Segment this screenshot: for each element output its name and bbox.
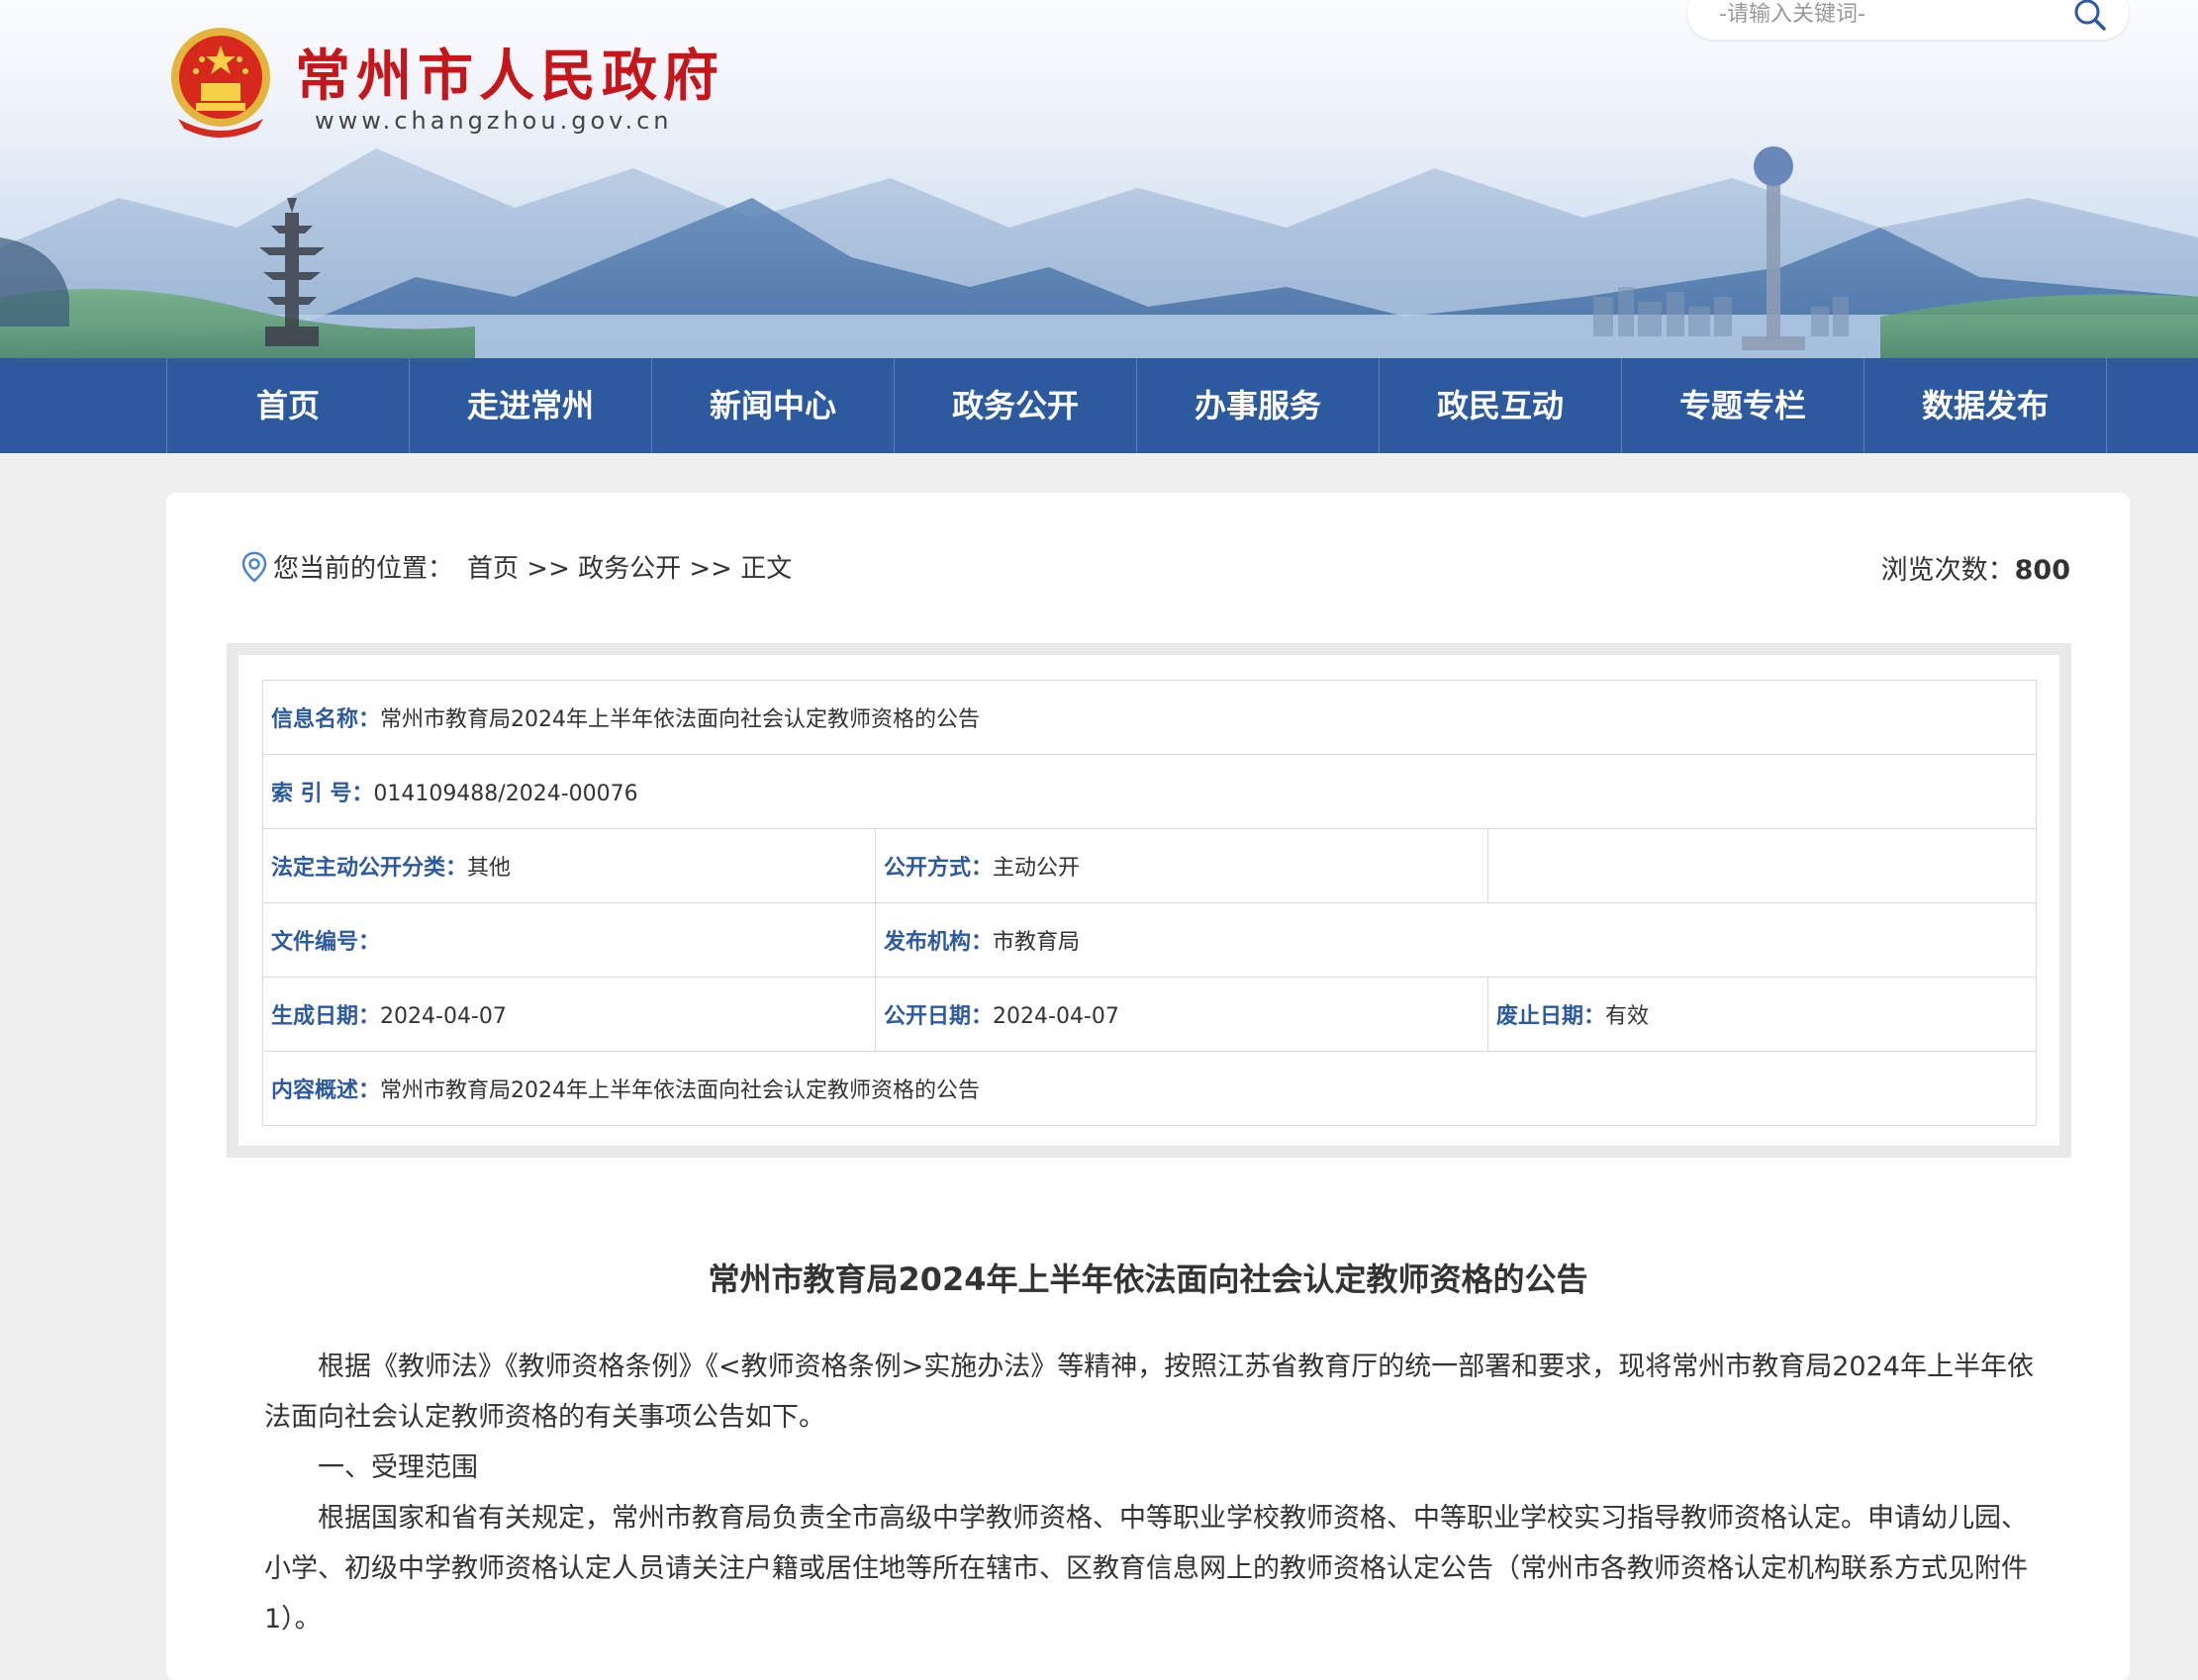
- breadcrumb-path[interactable]: 首页 >> 政务公开 >> 正文: [467, 548, 792, 585]
- doc-no-label: 文件编号：: [271, 930, 381, 955]
- content-card: 您当前的位置： 首页 >> 政务公开 >> 正文 浏览次数：800 信息名称：常…: [166, 493, 2130, 1680]
- method-value: 主动公开: [993, 856, 1081, 881]
- category-label: 法定主动公开分类：: [271, 856, 468, 881]
- expiry-date-value: 有效: [1605, 1004, 1650, 1029]
- category-value: 其他: [467, 856, 512, 881]
- magnifier-icon[interactable]: [2073, 0, 2107, 32]
- summary-value: 常州市教育局2024年上半年依法面向社会认定教师资格的公告: [380, 1078, 981, 1103]
- published-date-label: 公开日期：: [884, 1004, 994, 1029]
- site-url[interactable]: www.changzhou.gov.cn: [315, 107, 673, 135]
- nav-item-topics[interactable]: 专题专栏: [1622, 358, 1864, 453]
- article-paragraph: 根据《教师法》《教师资格条例》《<教师资格条例>实施办法》等精神，按照江苏省教育…: [264, 1352, 2034, 1433]
- summary-label: 内容概述：: [271, 1078, 381, 1103]
- nav-item-services[interactable]: 办事服务: [1137, 358, 1380, 453]
- info-name-value: 常州市教育局2024年上半年依法面向社会认定教师资格的公告: [380, 707, 981, 732]
- breadcrumb: 您当前的位置： 首页 >> 政务公开 >> 正文: [241, 548, 792, 585]
- nav-item-data[interactable]: 数据发布: [1864, 358, 2107, 453]
- main-nav: 首页 走进常州 新闻中心 政务公开 办事服务 政民互动 专题专栏 数据发布: [0, 358, 2198, 453]
- nav-item-home[interactable]: 首页: [167, 358, 410, 453]
- search-input[interactable]: [1717, 0, 2048, 30]
- method-label: 公开方式：: [884, 856, 994, 881]
- table-row: 法定主动公开分类：其他 公开方式：主动公开: [262, 828, 2037, 903]
- nav-item-news[interactable]: 新闻中心: [652, 358, 895, 453]
- article-body: 根据《教师法》《教师资格条例》《<教师资格条例>实施办法》等精神，按照江苏省教育…: [264, 1342, 2036, 1644]
- nav-item-about[interactable]: 走进常州: [410, 358, 652, 453]
- table-row: 索 引 号：014109488/2024-00076: [262, 754, 2037, 829]
- metadata-table: 信息名称：常州市教育局2024年上半年依法面向社会认定教师资格的公告 索 引 号…: [262, 680, 2037, 1126]
- view-count: 浏览次数：800: [1881, 548, 2070, 587]
- table-row: 文件编号： 发布机构：市教育局: [262, 902, 2037, 978]
- article-title: 常州市教育局2024年上半年依法面向社会认定教师资格的公告: [708, 1260, 1588, 1298]
- article-paragraph: 根据国家和省有关规定，常州市教育局负责全市高级中学教师资格、中等职业学校教师资格…: [264, 1503, 2028, 1634]
- expiry-date-label: 废止日期：: [1496, 1004, 1606, 1029]
- table-row: 内容概述：常州市教育局2024年上半年依法面向社会认定教师资格的公告: [262, 1051, 2037, 1126]
- created-date-value: 2024-04-07: [380, 1004, 507, 1029]
- empty-cell: [1487, 828, 2037, 903]
- location-pin-icon: [241, 551, 267, 583]
- view-count-value: 800: [2014, 555, 2070, 586]
- index-value: 014109488/2024-00076: [373, 782, 638, 806]
- index-label: 索 引 号：: [271, 782, 374, 806]
- created-date-label: 生成日期：: [271, 1004, 381, 1029]
- article-paragraph: 一、受理范围: [318, 1452, 478, 1483]
- national-emblem-icon: [171, 28, 270, 138]
- search-box: [1687, 0, 2129, 40]
- table-row: 生成日期：2024-04-07 公开日期：2024-04-07 废止日期：有效: [262, 977, 2037, 1052]
- breadcrumb-label: 您当前的位置：: [273, 554, 454, 584]
- publisher-label: 发布机构：: [884, 930, 994, 955]
- metadata-panel: 信息名称：常州市教育局2024年上半年依法面向社会认定教师资格的公告 索 引 号…: [227, 643, 2071, 1158]
- header-banner: 常州市人民政府 www.changzhou.gov.cn: [0, 0, 2198, 358]
- table-row: 信息名称：常州市教育局2024年上半年依法面向社会认定教师资格的公告: [262, 680, 2037, 755]
- nav-item-gov-info[interactable]: 政务公开: [895, 358, 1137, 453]
- info-name-label: 信息名称：: [271, 707, 381, 732]
- published-date-value: 2024-04-07: [993, 1004, 1119, 1029]
- nav-item-interaction[interactable]: 政民互动: [1380, 358, 1622, 453]
- site-title[interactable]: 常州市人民政府: [295, 32, 724, 112]
- view-count-label: 浏览次数：: [1880, 555, 2015, 586]
- publisher-value: 市教育局: [993, 930, 1081, 955]
